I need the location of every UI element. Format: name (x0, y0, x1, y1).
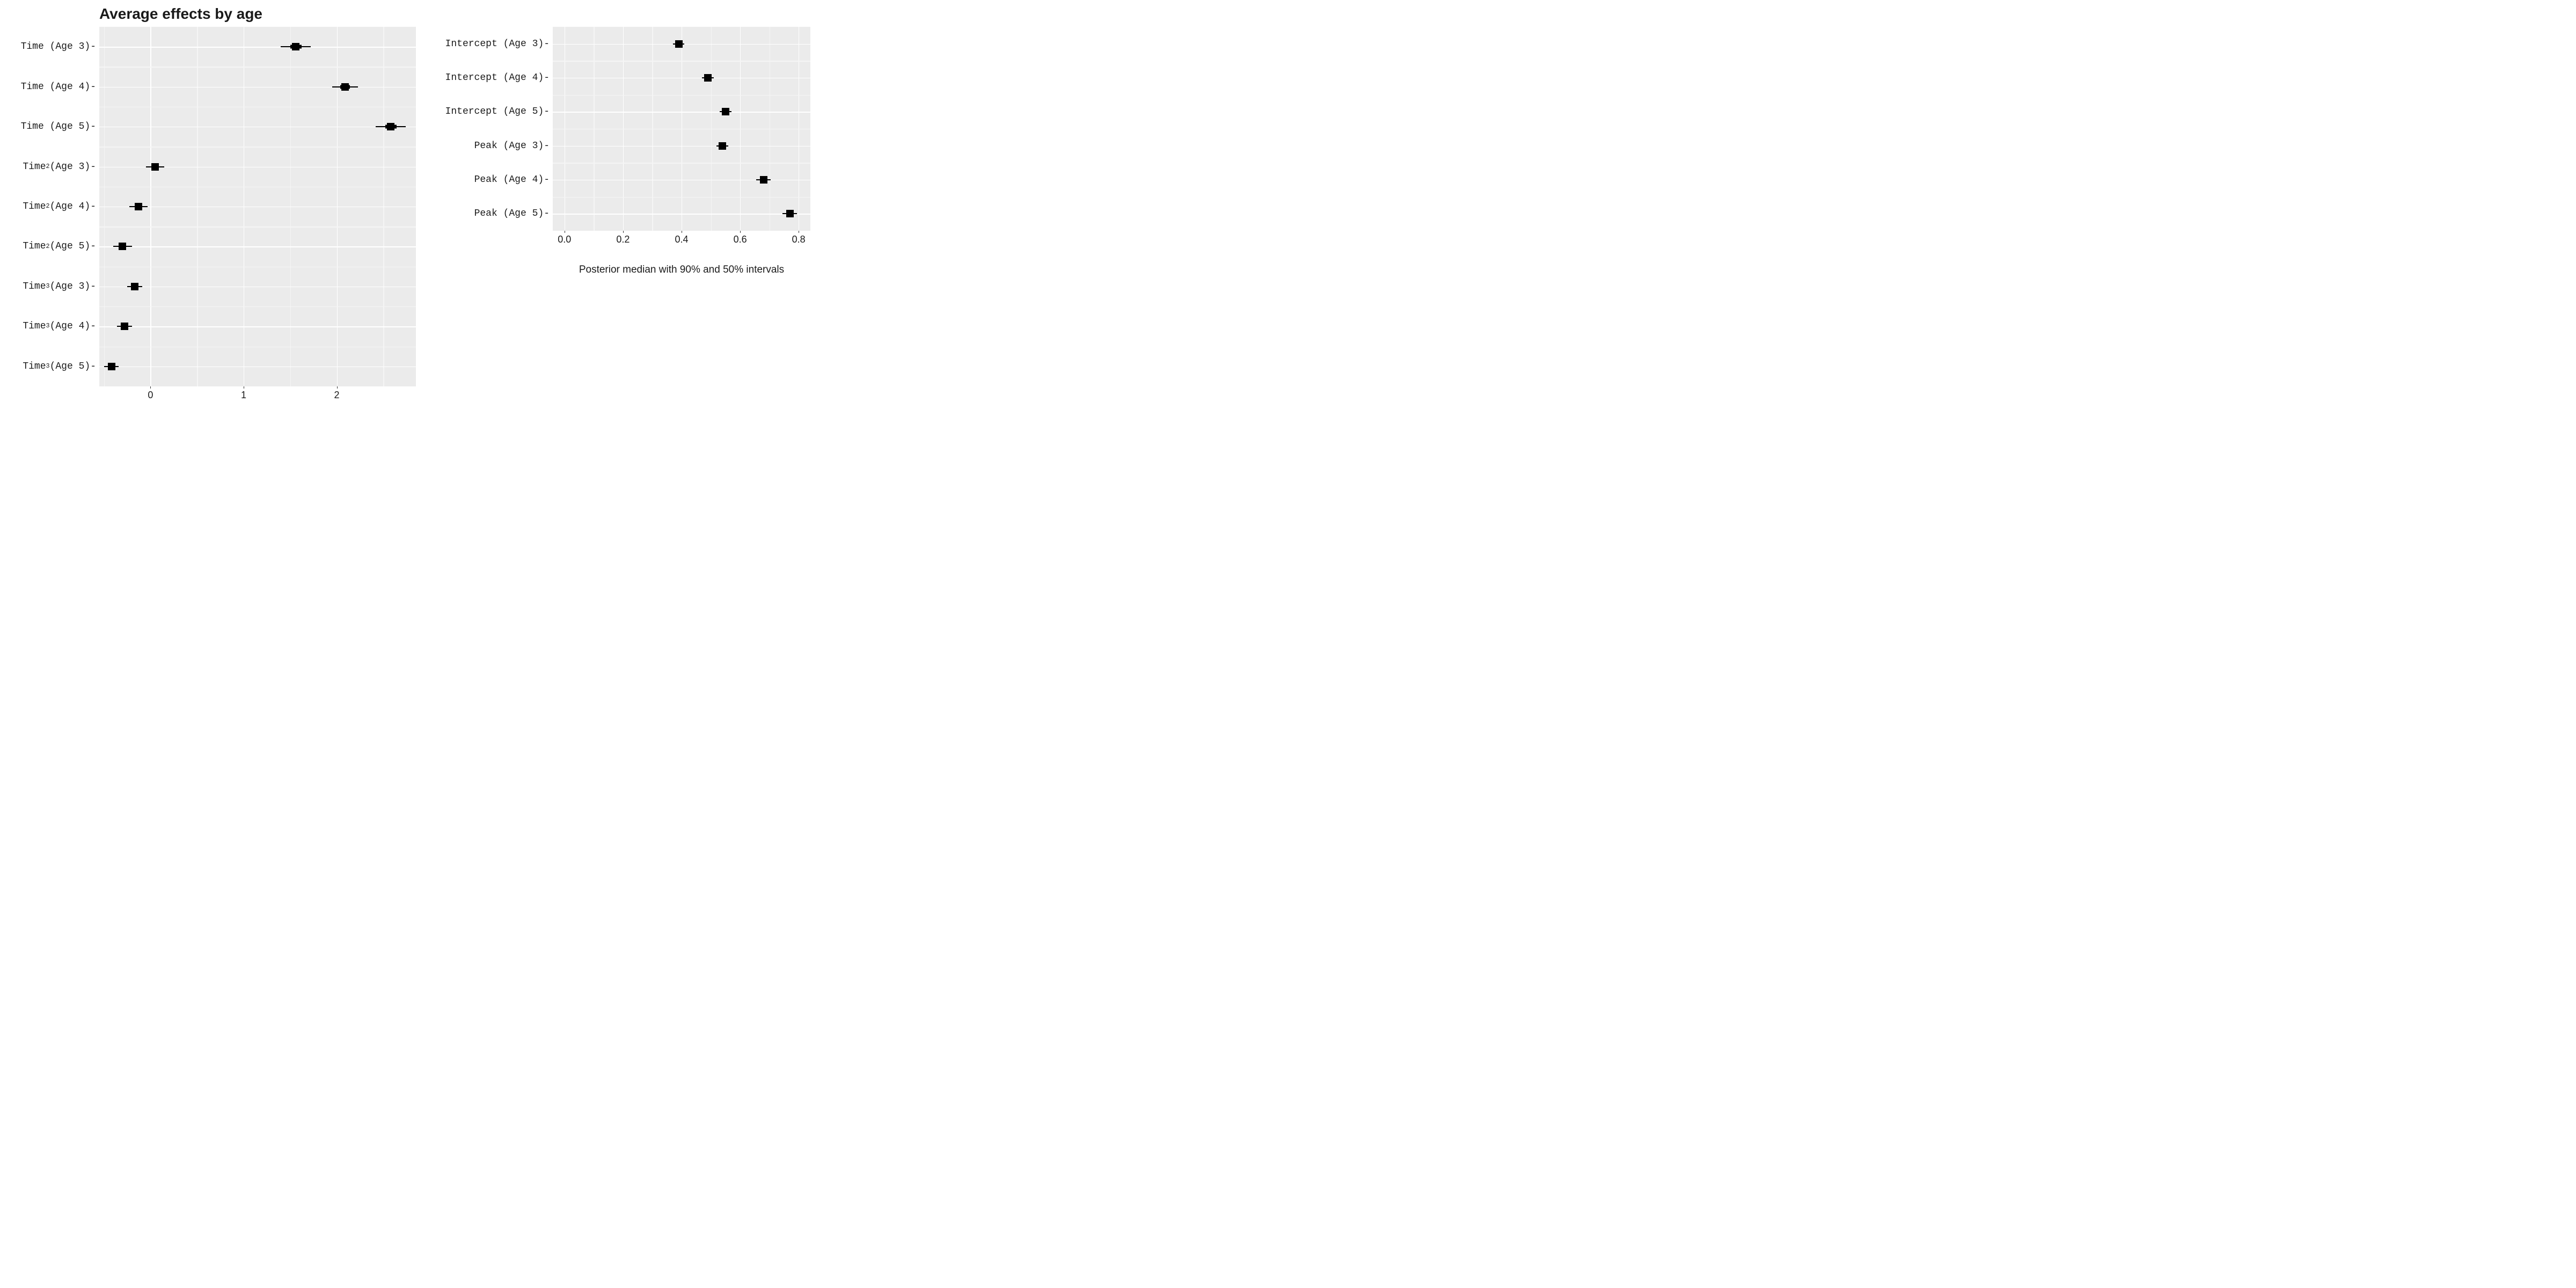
y-category-label: Time2 (Age 4) - (0, 187, 99, 226)
right-plot-area (553, 27, 810, 231)
median-point (341, 83, 349, 91)
gridline-major (553, 146, 810, 147)
right-plot-row: Intercept (Age 3) -Intercept (Age 4) -In… (437, 27, 810, 276)
median-point (151, 163, 159, 171)
x-tick-label: 0 (148, 390, 153, 401)
left-y-labels: Time (Age 3) -Time (Age 4) -Time (Age 5)… (0, 27, 99, 386)
y-category-label: Time3 (Age 3) - (0, 267, 99, 306)
median-point (131, 283, 138, 290)
median-point (722, 108, 729, 115)
left-plot-area (99, 27, 416, 386)
right-panel: Intercept (Age 3) -Intercept (Age 4) -In… (437, 27, 810, 276)
x-tick-label: 0.8 (792, 234, 806, 245)
median-point (119, 243, 126, 250)
median-point (675, 40, 683, 48)
median-point (760, 176, 767, 184)
gridline-minor (553, 95, 810, 96)
median-point (108, 363, 115, 370)
x-tick (150, 386, 151, 389)
y-category-label: Time2 (Age 3) - (0, 147, 99, 186)
right-y-labels: Intercept (Age 3) -Intercept (Age 4) -In… (437, 27, 553, 231)
y-category-label: Peak (Age 5) - (437, 197, 553, 231)
y-category-label: Peak (Age 3) - (437, 129, 553, 163)
y-category-label: Intercept (Age 5) - (437, 95, 553, 129)
median-point (704, 74, 712, 82)
y-category-label: Time3 (Age 4) - (0, 306, 99, 346)
chart-title: Average effects by age (99, 5, 262, 23)
x-tick (623, 231, 624, 233)
gridline-major (99, 246, 416, 247)
right-x-axis: 0.0 0.2 0.4 0.6 0.8 (553, 231, 810, 247)
median-point (292, 43, 299, 50)
x-tick-label: 2 (334, 390, 339, 401)
x-tick-label: 0.6 (734, 234, 747, 245)
median-point (786, 210, 794, 217)
x-tick-label: 1 (241, 390, 246, 401)
y-category-label: Peak (Age 4) - (437, 163, 553, 196)
y-category-label: Time (Age 4) - (0, 67, 99, 106)
gridline-minor (99, 226, 416, 227)
x-tick-label: 0.4 (675, 234, 688, 245)
right-plot-col: 0.0 0.2 0.4 0.6 0.8 Posterior median with 90… (553, 27, 810, 276)
y-category-label: Time (Age 3) - (0, 27, 99, 67)
y-category-label: Time2 (Age 5) - (0, 226, 99, 266)
median-point (387, 123, 394, 130)
median-point (719, 142, 726, 150)
figure-container: Average effects by age Time (Age 3) -Tim… (0, 0, 800, 408)
y-category-label: Intercept (Age 4) - (437, 61, 553, 94)
left-plot-row: Time (Age 3) -Time (Age 4) -Time (Age 5)… (0, 27, 416, 402)
gridline-major (99, 326, 416, 327)
x-tick-label: 0.0 (558, 234, 571, 245)
x-tick-label: 0.2 (616, 234, 630, 245)
median-point (121, 323, 128, 330)
x-tick (740, 231, 741, 233)
median-point (135, 203, 142, 210)
left-x-axis: 0 1 2 (99, 386, 416, 402)
right-x-label: Posterior median with 90% and 50% interv… (553, 264, 810, 276)
gridline-minor (99, 306, 416, 307)
left-plot-col: 0 1 2 (99, 27, 416, 402)
x-tick (337, 386, 338, 389)
left-panel: Average effects by age Time (Age 3) -Tim… (0, 5, 416, 402)
y-category-label: Time3 (Age 5) - (0, 347, 99, 386)
y-category-label: Time (Age 5) - (0, 107, 99, 147)
y-category-label: Intercept (Age 3) - (437, 27, 553, 61)
